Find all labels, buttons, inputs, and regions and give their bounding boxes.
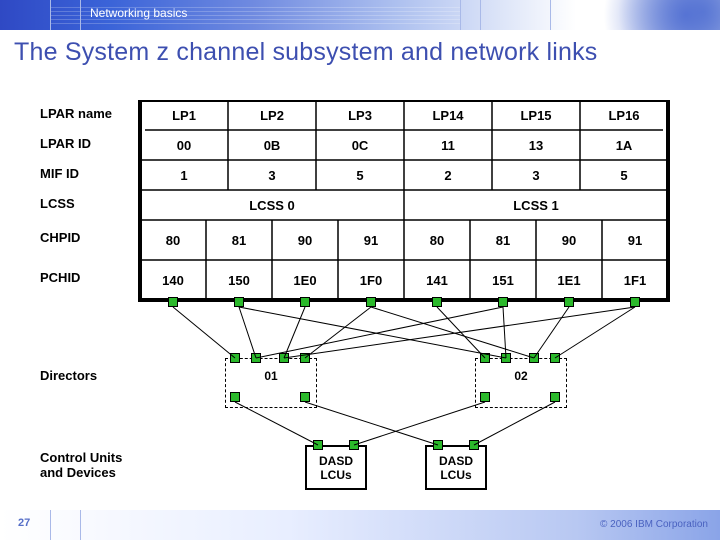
footer-vline bbox=[50, 510, 51, 540]
port-square bbox=[313, 440, 323, 450]
cell-chpid: 81 bbox=[496, 233, 510, 248]
port-square bbox=[300, 353, 310, 363]
port-square bbox=[480, 392, 490, 402]
port-square bbox=[630, 297, 640, 307]
banner-vline bbox=[480, 0, 481, 30]
cell-pchid: 1F0 bbox=[360, 273, 382, 288]
cell-lpar-id: 1A bbox=[616, 138, 633, 153]
banner-vline bbox=[80, 0, 81, 30]
dasd-line2: LCUs bbox=[320, 468, 351, 482]
label-lpar-name: LPAR name bbox=[40, 106, 112, 121]
label-control-units: Control Units and Devices bbox=[40, 450, 122, 480]
cell-lpar-id: 00 bbox=[177, 138, 191, 153]
port-square bbox=[529, 353, 539, 363]
cell-mif-id: 3 bbox=[532, 168, 539, 183]
port-square bbox=[300, 392, 310, 402]
cell-pchid: 141 bbox=[426, 273, 448, 288]
page-title: The System z channel subsystem and netwo… bbox=[14, 38, 597, 67]
dasd-line1: DASD bbox=[319, 454, 353, 468]
cell-chpid: 90 bbox=[298, 233, 312, 248]
label-mif-id: MIF ID bbox=[40, 166, 79, 181]
dasd-line1: DASD bbox=[439, 454, 473, 468]
breadcrumb: Networking basics bbox=[90, 6, 187, 20]
dasd-lcu-box: DASD LCUs bbox=[425, 445, 487, 490]
cell-lpar-name: LP14 bbox=[432, 108, 464, 123]
label-chpid: CHPID bbox=[40, 230, 80, 245]
cell-lpar-id: 0C bbox=[352, 138, 369, 153]
page-number: 27 bbox=[18, 517, 30, 529]
port-square bbox=[279, 353, 289, 363]
banner-accent bbox=[550, 0, 720, 30]
banner-vline bbox=[50, 0, 51, 30]
cell-mif-id: 5 bbox=[356, 168, 363, 183]
channel-subsystem-diagram: LP1 LP2 LP3 LP14 LP15 LP16 00 0B 0C 11 1… bbox=[30, 100, 690, 495]
cell-pchid: 151 bbox=[492, 273, 514, 288]
port-square bbox=[564, 297, 574, 307]
port-square bbox=[251, 353, 261, 363]
port-square bbox=[469, 440, 479, 450]
link-lines-layer bbox=[30, 100, 690, 495]
banner-vline bbox=[460, 0, 461, 30]
grid-layer: LP1 LP2 LP3 LP14 LP15 LP16 00 0B 0C 11 1… bbox=[30, 100, 690, 495]
port-square bbox=[433, 440, 443, 450]
cell-lpar-name: LP16 bbox=[608, 108, 639, 123]
port-square bbox=[349, 440, 359, 450]
cell-mif-id: 5 bbox=[620, 168, 627, 183]
port-square bbox=[550, 392, 560, 402]
cell-mif-id: 3 bbox=[268, 168, 275, 183]
port-square bbox=[550, 353, 560, 363]
label-lcss: LCSS bbox=[40, 196, 75, 211]
cell-lcss: LCSS 0 bbox=[249, 198, 295, 213]
cell-chpid: 80 bbox=[166, 233, 180, 248]
copyright: © 2006 IBM Corporation bbox=[600, 519, 708, 530]
port-square bbox=[300, 297, 310, 307]
cell-mif-id: 2 bbox=[444, 168, 451, 183]
cell-lpar-name: LP3 bbox=[348, 108, 372, 123]
cell-chpid: 80 bbox=[430, 233, 444, 248]
cell-lpar-id: 11 bbox=[441, 138, 455, 153]
label-lpar-id: LPAR ID bbox=[40, 136, 91, 151]
cell-lpar-id: 13 bbox=[529, 138, 543, 153]
cell-chpid: 91 bbox=[364, 233, 378, 248]
banner-vline bbox=[550, 0, 551, 30]
cell-pchid: 140 bbox=[162, 273, 184, 288]
port-square bbox=[432, 297, 442, 307]
cell-pchid: 1F1 bbox=[624, 273, 646, 288]
port-square bbox=[501, 353, 511, 363]
cell-lcss: LCSS 1 bbox=[513, 198, 559, 213]
footer-vline bbox=[80, 510, 81, 540]
cell-chpid: 81 bbox=[232, 233, 246, 248]
port-square bbox=[230, 353, 240, 363]
cell-pchid: 1E1 bbox=[557, 273, 580, 288]
port-square bbox=[230, 392, 240, 402]
label-directors: Directors bbox=[40, 368, 97, 383]
port-square bbox=[498, 297, 508, 307]
cell-pchid: 1E0 bbox=[293, 273, 316, 288]
port-square bbox=[234, 297, 244, 307]
cell-pchid: 150 bbox=[228, 273, 250, 288]
cell-chpid: 91 bbox=[628, 233, 642, 248]
cell-mif-id: 1 bbox=[180, 168, 187, 183]
dasd-line2: LCUs bbox=[440, 468, 471, 482]
cell-lpar-name: LP15 bbox=[520, 108, 551, 123]
cell-lpar-id: 0B bbox=[264, 138, 281, 153]
dasd-lcu-box: DASD LCUs bbox=[305, 445, 367, 490]
port-square bbox=[480, 353, 490, 363]
port-square bbox=[366, 297, 376, 307]
label-pchid: PCHID bbox=[40, 270, 80, 285]
cell-lpar-name: LP1 bbox=[172, 108, 196, 123]
port-square bbox=[168, 297, 178, 307]
cell-chpid: 90 bbox=[562, 233, 576, 248]
cell-lpar-name: LP2 bbox=[260, 108, 284, 123]
